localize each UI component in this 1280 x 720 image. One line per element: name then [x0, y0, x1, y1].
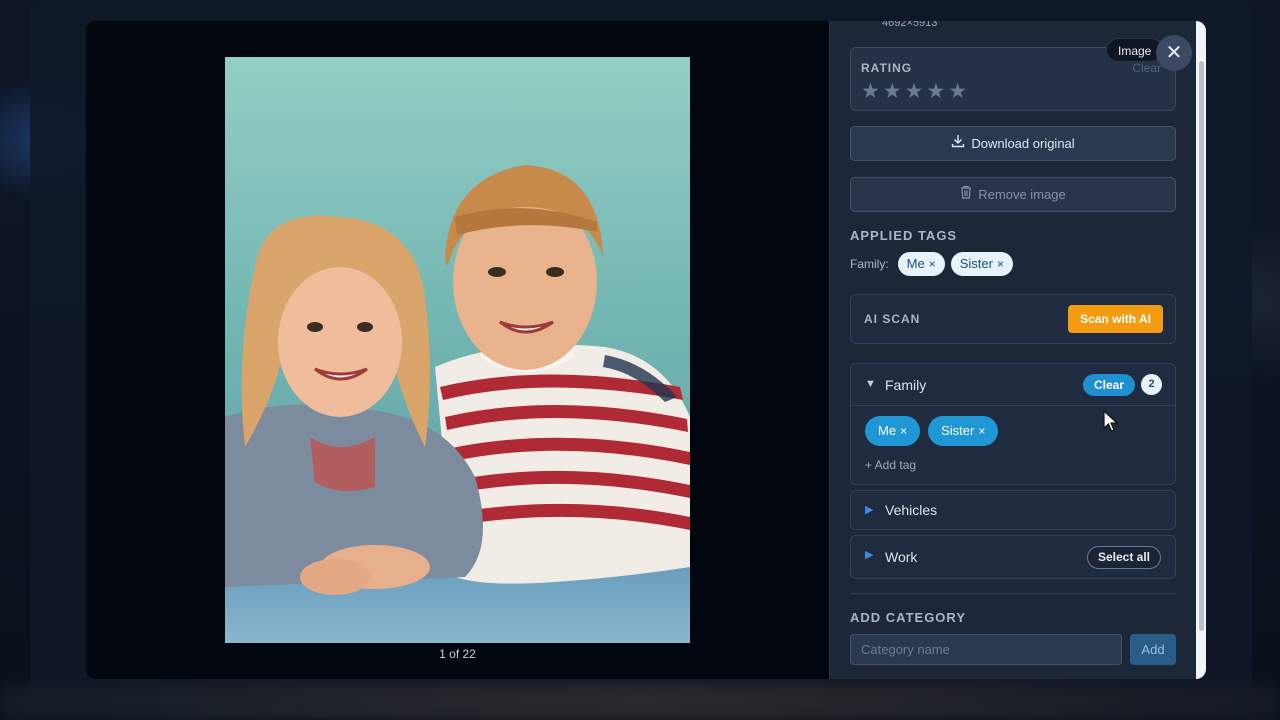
applied-tag-sister[interactable]: Sister ×: [950, 252, 1013, 276]
remove-tag-icon[interactable]: ×: [997, 257, 1004, 271]
download-original-button[interactable]: Download original: [850, 126, 1176, 161]
divider: [850, 593, 1176, 594]
background-strip: [0, 684, 1280, 720]
close-icon: ✕: [1165, 42, 1183, 64]
details-panel: 4692×5913 RATING Clear ★★★★★ Image ✕ Dow…: [829, 21, 1206, 679]
close-button[interactable]: ✕: [1156, 35, 1192, 71]
triangle-down-icon: ▼: [865, 378, 876, 390]
applied-tag-me[interactable]: Me ×: [897, 252, 945, 276]
applied-tag-label: Sister: [959, 256, 993, 271]
category-header[interactable]: ▼ Family Clear 2: [851, 364, 1175, 406]
image-viewer: 1 of 22: [86, 21, 829, 679]
category-family: ▼ Family Clear 2 Me × Sister × + Add tag: [850, 363, 1176, 485]
ai-scan-section: AI SCAN Scan with AI: [850, 294, 1176, 344]
remove-label: Remove image: [978, 187, 1066, 202]
scan-with-ai-button[interactable]: Scan with AI: [1068, 305, 1163, 333]
remove-image-button[interactable]: Remove image: [850, 177, 1176, 212]
mouse-cursor-icon: [1103, 410, 1119, 432]
tag-chip-me[interactable]: Me ×: [865, 416, 921, 446]
applied-tags-row: Family: Me × Sister ×: [850, 252, 1013, 276]
star-rating[interactable]: ★★★★★: [861, 79, 970, 104]
category-name-input[interactable]: [850, 634, 1122, 665]
ai-scan-title: AI SCAN: [864, 312, 921, 326]
tag-chip-sister[interactable]: Sister ×: [928, 416, 999, 446]
category-header[interactable]: ▶ Work Select all: [851, 536, 1175, 578]
category-name: Vehicles: [885, 502, 938, 518]
remove-tag-icon[interactable]: ×: [978, 424, 985, 438]
add-tag-link[interactable]: + Add tag: [865, 458, 916, 472]
image-tooltip: Image: [1106, 38, 1164, 62]
photo-illustration: [225, 57, 690, 643]
photo: [225, 57, 690, 643]
scrollbar[interactable]: [1196, 21, 1206, 679]
category-header[interactable]: ▶ Vehicles: [851, 491, 1175, 529]
image-modal: 1 of 22 4692×5913 RATING Clear ★★★★★ Ima…: [86, 21, 1206, 679]
add-category-button[interactable]: Add: [1130, 634, 1176, 665]
rating-clear-link[interactable]: Clear: [1132, 61, 1161, 75]
download-label: Download original: [971, 136, 1075, 151]
category-work: ▶ Work Select all: [850, 535, 1176, 579]
remove-tag-icon[interactable]: ×: [929, 257, 936, 271]
download-icon: [951, 127, 965, 160]
category-name: Family: [885, 377, 927, 393]
trash-icon: [960, 178, 972, 211]
triangle-right-icon: ▶: [865, 549, 874, 561]
remove-tag-icon[interactable]: ×: [900, 424, 907, 438]
category-tags: Me × Sister ×: [865, 416, 999, 446]
category-vehicles: ▶ Vehicles: [850, 490, 1176, 530]
add-category-title: ADD CATEGORY: [850, 610, 966, 625]
applied-category-label: Family:: [850, 257, 889, 271]
triangle-right-icon: ▶: [865, 504, 874, 516]
tag-chip-label: Sister: [941, 423, 975, 438]
panel-content: 4692×5913 RATING Clear ★★★★★ Image ✕ Dow…: [850, 21, 1192, 679]
category-name: Work: [885, 549, 918, 565]
select-all-button[interactable]: Select all: [1086, 546, 1161, 569]
image-counter: 1 of 22: [439, 647, 476, 661]
rating-title: RATING: [861, 61, 913, 75]
image-dimensions: 4692×5913: [882, 21, 938, 29]
clear-category-button[interactable]: Clear: [1083, 374, 1136, 396]
applied-tags-title: APPLIED TAGS: [850, 228, 958, 243]
applied-tag-label: Me: [906, 256, 925, 271]
tag-count-badge: 2: [1141, 374, 1162, 395]
tag-chip-label: Me: [878, 423, 897, 438]
scrollbar-thumb[interactable]: [1199, 61, 1204, 631]
